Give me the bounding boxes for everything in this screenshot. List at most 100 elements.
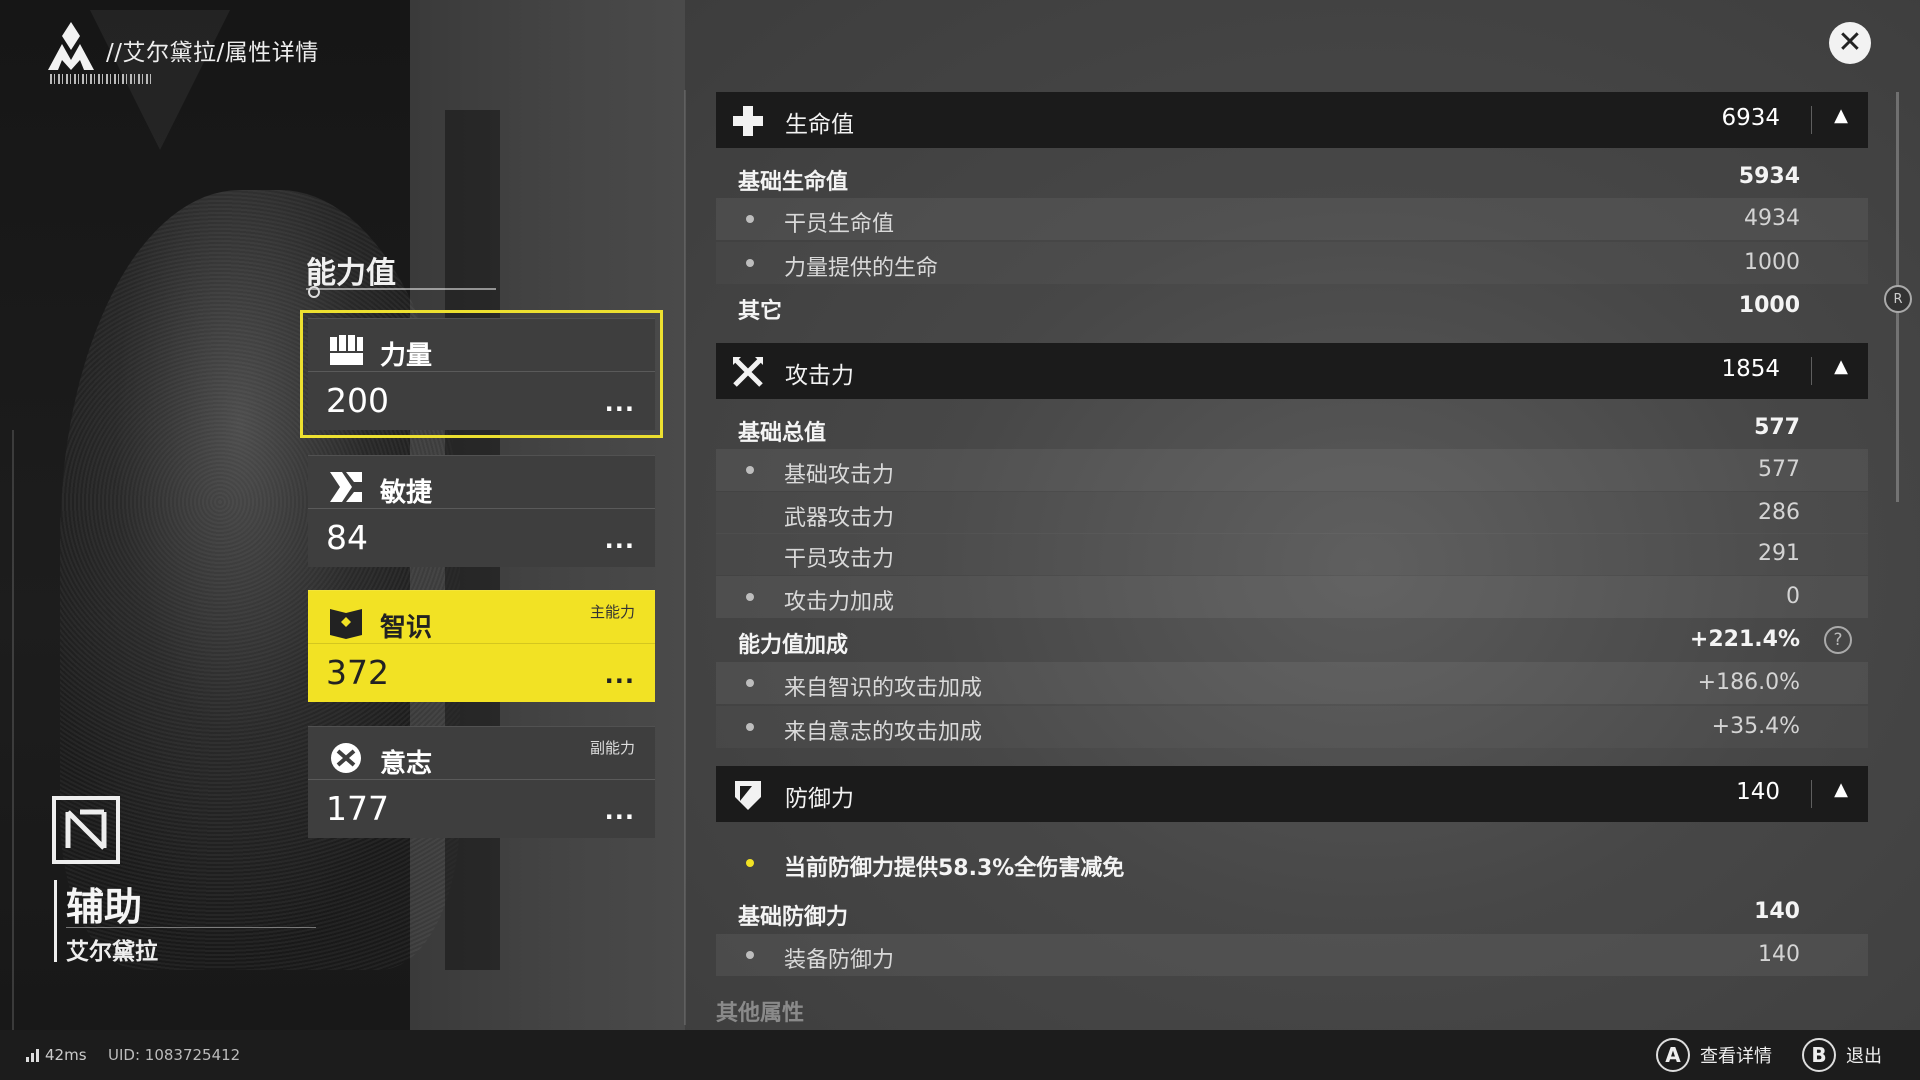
role-label: 辅助 — [66, 885, 143, 929]
section-header-hp[interactable]: 生命值 6934 ▲ — [716, 92, 1868, 148]
bullet-icon — [746, 679, 754, 687]
stat-card-strength[interactable]: 力量 200 ... — [300, 310, 663, 438]
stat-value: 372 — [326, 653, 389, 692]
section-value: 6934 — [1721, 105, 1780, 131]
breadcrumb-title: //艾尔黛拉/属性详情 — [106, 40, 319, 66]
barcode-decoration — [50, 74, 154, 84]
bullet-icon — [746, 723, 754, 731]
stat-row: 基础防御力 140 — [716, 891, 1868, 933]
section-header-defense[interactable]: 防御力 140 ▲ — [716, 766, 1868, 822]
will-icon — [331, 743, 361, 773]
b-button-icon: B — [1802, 1038, 1836, 1072]
action-label: 退出 — [1846, 1046, 1882, 1067]
defense-note: 当前防御力提供58.3%全伤害减免 — [784, 856, 1125, 881]
stat-sub-row: 武器攻击力 286 — [716, 492, 1868, 534]
row-label: 基础攻击力 — [784, 463, 895, 488]
row-label: 来自智识的攻击加成 — [784, 676, 983, 701]
section-separator — [1811, 106, 1812, 134]
row-label: 基础总值 — [738, 421, 827, 446]
page-header: //艾尔黛拉/属性详情 — [44, 20, 319, 72]
close-button[interactable]: ✕ — [1829, 22, 1871, 64]
row-label: 能力值加成 — [738, 633, 849, 658]
row-value: 1000 — [1744, 250, 1800, 275]
stat-row: 基础总值 577 — [716, 407, 1868, 449]
row-label: 装备防御力 — [784, 948, 895, 973]
role-line — [54, 880, 57, 962]
bullet-icon — [746, 215, 754, 223]
row-value: +221.4% — [1689, 627, 1800, 652]
swords-icon — [733, 357, 763, 387]
stat-card-will[interactable]: 意志 副能力 177 ... — [308, 726, 655, 838]
section-header-attack[interactable]: 攻击力 1854 ▲ — [716, 343, 1868, 399]
section-name: 攻击力 — [785, 363, 854, 389]
stat-name: 智识 — [380, 613, 433, 643]
agility-icon — [330, 472, 362, 502]
stat-sub-row: 干员攻击力 291 — [716, 533, 1868, 575]
stat-value: 200 — [326, 381, 389, 420]
row-label: 其它 — [738, 299, 783, 324]
stat-value: 84 — [326, 518, 368, 557]
stat-card-intellect[interactable]: 智识 主能力 372 ... — [308, 590, 655, 702]
row-label: 攻击力加成 — [784, 590, 895, 615]
view-details-action[interactable]: A 查看详情 — [1656, 1038, 1772, 1072]
more-icon: ... — [604, 526, 635, 554]
section-separator — [1811, 357, 1812, 385]
collapse-caret-icon[interactable]: ▲ — [1834, 779, 1848, 800]
defense-note-row: 当前防御力提供58.3%全伤害减免 — [716, 842, 1868, 884]
fist-icon — [330, 335, 363, 365]
exit-action[interactable]: B 退出 — [1802, 1038, 1882, 1072]
sub-attribute-tag: 副能力 — [589, 739, 635, 757]
stat-sub-row: 干员生命值 4934 — [716, 198, 1868, 240]
stat-row: 其它 1000 — [716, 285, 1868, 327]
row-value: 577 — [1754, 415, 1800, 440]
ability-underline — [306, 288, 496, 290]
support-class-icon — [65, 809, 107, 850]
row-value: 286 — [1758, 500, 1800, 525]
row-value: +186.0% — [1697, 670, 1800, 695]
character-portrait — [60, 190, 460, 970]
action-label: 查看详情 — [1700, 1046, 1772, 1067]
card-separator — [308, 371, 655, 372]
stat-sub-row: 来自意志的攻击加成 +35.4% — [716, 706, 1868, 748]
bullet-icon — [746, 466, 754, 474]
more-icon: ... — [604, 661, 635, 689]
bullet-icon — [746, 593, 754, 601]
collapse-caret-icon[interactable]: ▲ — [1834, 105, 1848, 126]
scroll-r-button-icon[interactable]: R — [1884, 285, 1912, 313]
row-value: 291 — [1758, 541, 1800, 566]
network-status: 42ms — [26, 1046, 87, 1064]
shield-icon — [735, 781, 761, 810]
section-value: 1854 — [1721, 356, 1780, 382]
row-label: 干员攻击力 — [784, 547, 895, 572]
row-label: 基础生命值 — [738, 170, 849, 195]
a-button-icon: A — [1656, 1038, 1690, 1072]
row-label: 来自意志的攻击加成 — [784, 720, 983, 745]
row-value: 140 — [1758, 942, 1800, 967]
collapse-caret-icon[interactable]: ▲ — [1834, 356, 1848, 377]
game-logo-icon — [48, 22, 94, 70]
role-underline — [66, 927, 316, 928]
stat-sub-row: 来自智识的攻击加成 +186.0% — [716, 662, 1868, 704]
stat-sub-row: 装备防御力 140 — [716, 934, 1868, 976]
row-label: 干员生命值 — [784, 212, 895, 237]
ability-title: 能力值 — [306, 256, 396, 291]
character-name: 艾尔黛拉 — [66, 939, 158, 965]
cross-icon — [733, 106, 763, 136]
stat-name: 敏捷 — [380, 478, 433, 508]
stat-name: 意志 — [380, 749, 433, 779]
bullet-icon — [746, 951, 754, 959]
help-icon[interactable]: ? — [1824, 626, 1852, 654]
footer-bar: 42ms UID: 1083725412 A 查看详情 B 退出 — [0, 1030, 1920, 1080]
section-value: 140 — [1736, 779, 1780, 805]
card-separator — [308, 779, 655, 780]
highlight-bullet-icon — [746, 859, 754, 867]
ping-value: 42ms — [45, 1046, 87, 1064]
card-separator — [308, 508, 655, 509]
more-icon: ... — [604, 389, 635, 417]
stat-row: 基础生命值 5934 — [716, 156, 1868, 198]
stat-card-agility[interactable]: 敏捷 84 ... — [308, 455, 655, 567]
row-label: 武器攻击力 — [784, 506, 895, 531]
uid-label: UID: 1083725412 — [108, 1046, 241, 1064]
row-value: 1000 — [1738, 293, 1800, 318]
side-decoration — [12, 430, 18, 1030]
